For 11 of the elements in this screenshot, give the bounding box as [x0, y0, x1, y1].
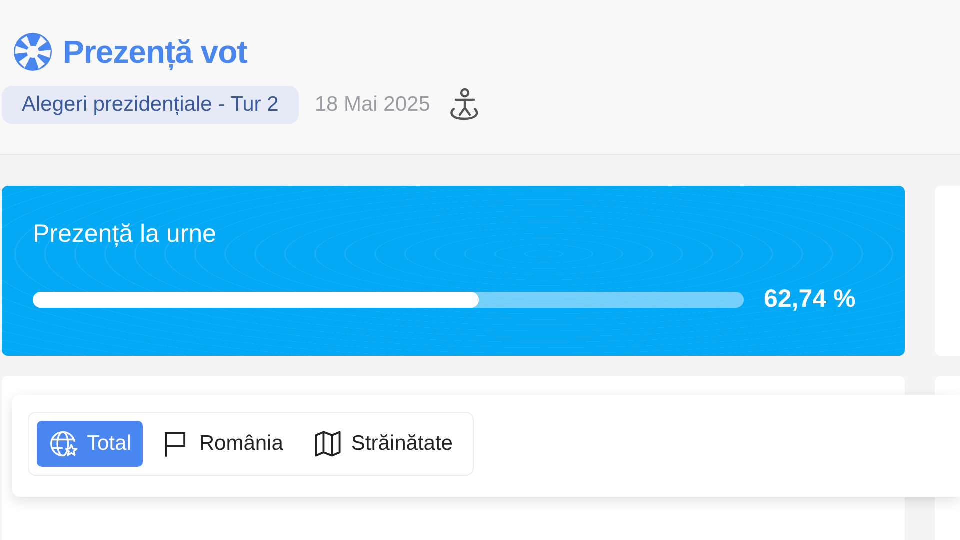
filter-tab[interactable]: Total — [37, 421, 144, 467]
map-icon — [313, 429, 344, 459]
turnout-title: Prezență la urne — [33, 220, 218, 249]
election-date: 18 Mai 2025 — [314, 93, 430, 117]
filter-tab[interactable]: Străinătate — [301, 421, 465, 467]
filter-tab[interactable]: România — [149, 421, 296, 467]
turnout-percentage: 62,74 % — [764, 285, 856, 314]
page-title: Prezență vot — [63, 34, 248, 70]
globe-star-icon — [49, 429, 79, 459]
election-tag: Alegeri prezidențiale - Tur 2 — [2, 86, 299, 124]
aperture-logo-icon — [13, 32, 53, 72]
